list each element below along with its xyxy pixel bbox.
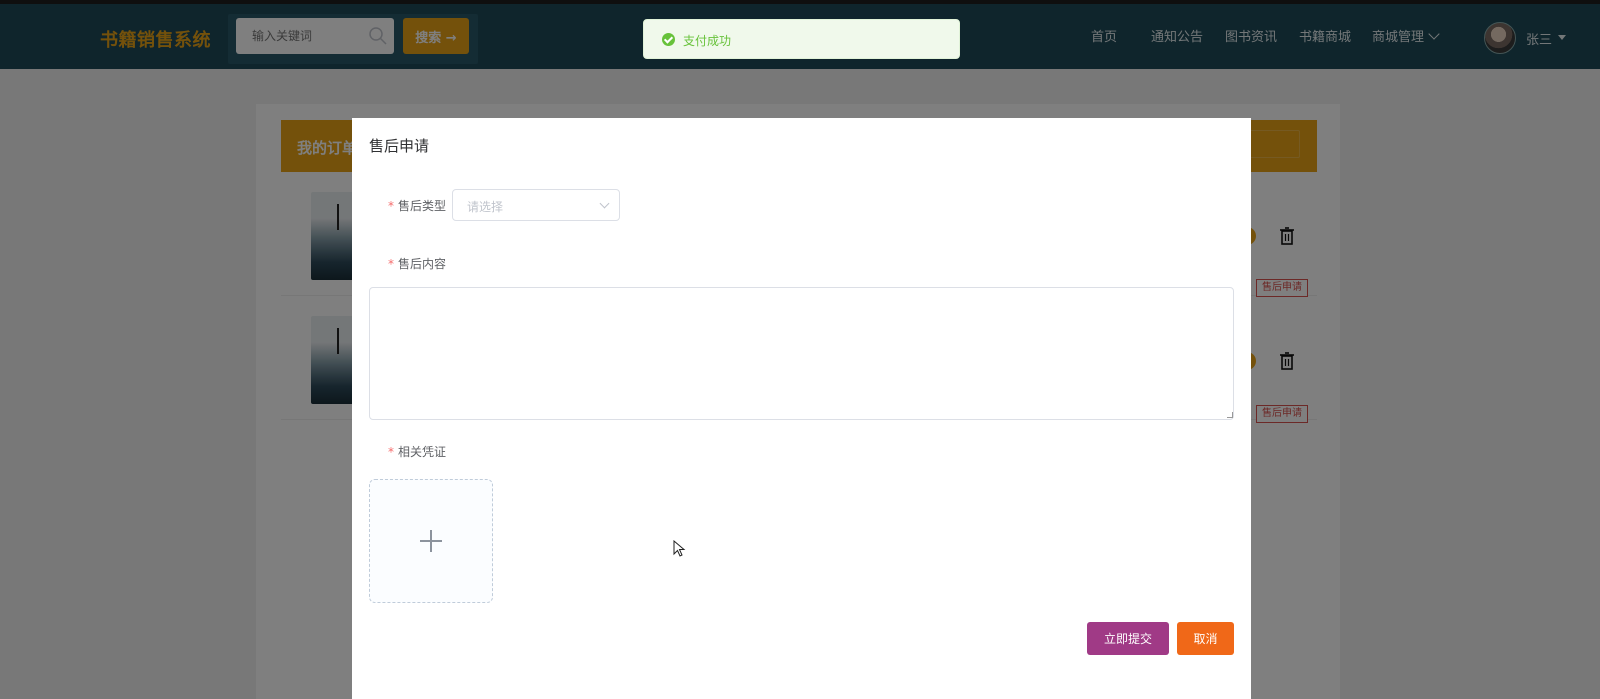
after-sale-dialog: 售后申请 * 售后类型 请选择 * 售后内容 * 相关凭证 立即提交 取消 xyxy=(352,118,1251,699)
required-mark: * xyxy=(388,445,394,459)
plus-icon xyxy=(420,530,442,552)
select-placeholder: 请选择 xyxy=(467,200,504,214)
resize-handle-icon[interactable] xyxy=(1227,412,1233,418)
type-field-label-text: 售后类型 xyxy=(398,199,447,213)
after-sale-type-select[interactable]: 请选择 xyxy=(452,189,620,221)
toast-message: 支付成功 xyxy=(683,34,732,48)
check-circle-icon xyxy=(662,33,675,46)
required-mark: * xyxy=(388,199,394,213)
success-toast: 支付成功 xyxy=(643,19,960,59)
chevron-down-icon xyxy=(599,198,610,209)
content-field-label: * 售后内容 xyxy=(388,255,446,272)
after-sale-content-textarea[interactable] xyxy=(369,287,1234,420)
required-mark: * xyxy=(388,257,394,271)
window-top-border xyxy=(0,0,1600,4)
content-field-label-text: 售后内容 xyxy=(398,257,447,271)
submit-button[interactable]: 立即提交 xyxy=(1087,622,1169,655)
cancel-button[interactable]: 取消 xyxy=(1177,622,1234,655)
evidence-field-label: * 相关凭证 xyxy=(388,443,446,460)
dialog-title: 售后申请 xyxy=(369,137,430,155)
evidence-field-label-text: 相关凭证 xyxy=(398,445,447,459)
type-field-label: * 售后类型 xyxy=(388,197,446,214)
evidence-upload-area[interactable] xyxy=(369,479,493,603)
mouse-cursor-icon xyxy=(673,540,686,557)
